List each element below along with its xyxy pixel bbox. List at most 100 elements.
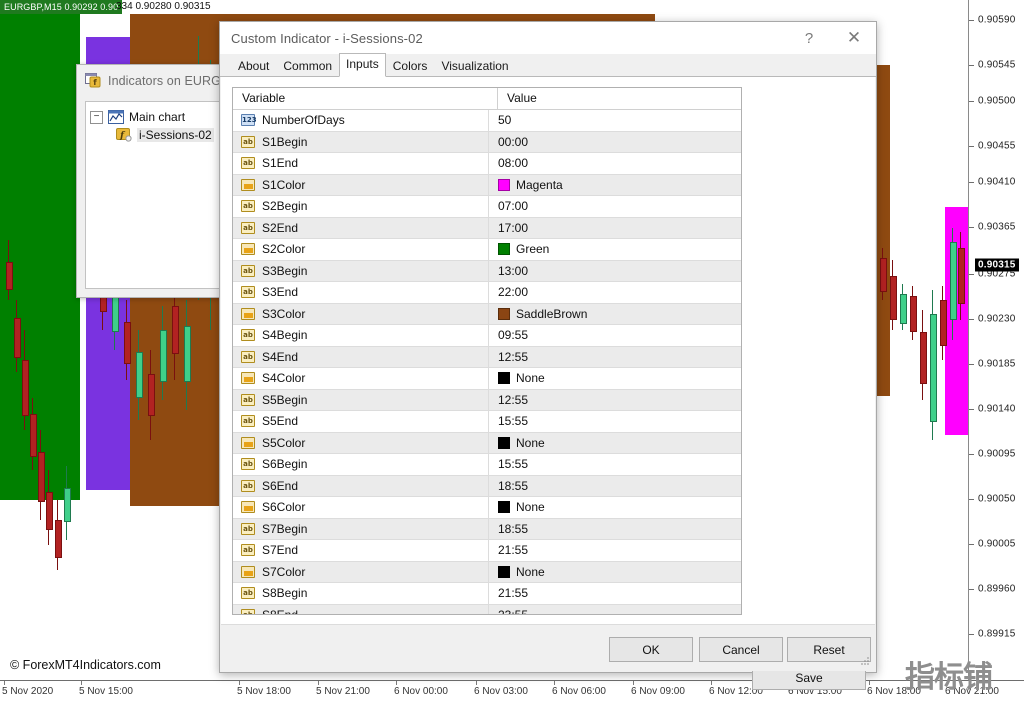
variable-cell[interactable]: 123NumberOfDays xyxy=(233,113,488,127)
variable-cell[interactable]: abS5Begin xyxy=(233,393,488,407)
value-cell[interactable]: 22:00 xyxy=(488,282,741,303)
time-axis[interactable]: 5 Nov 20205 Nov 15:005 Nov 18:005 Nov 21… xyxy=(0,680,1024,704)
help-icon[interactable]: ? xyxy=(786,23,832,54)
dialog-tabs[interactable]: AboutCommonInputsColorsVisualization xyxy=(220,54,876,77)
value-cell[interactable]: 18:55 xyxy=(488,519,741,540)
grid-row[interactable]: S2ColorGreen xyxy=(233,239,741,261)
variable-cell[interactable]: abS6Begin xyxy=(233,457,488,471)
grid-row[interactable]: abS8Begin21:55 xyxy=(233,583,741,605)
value-cell[interactable]: Green xyxy=(488,239,741,260)
value-cell[interactable]: 00:00 xyxy=(488,132,741,153)
value-text: 23:55 xyxy=(498,608,528,615)
value-cell[interactable]: None xyxy=(488,562,741,583)
grid-row[interactable]: 123NumberOfDays50 xyxy=(233,110,741,132)
grid-row[interactable]: abS2Begin07:00 xyxy=(233,196,741,218)
price-axis[interactable]: 0.905900.905450.905000.904550.904100.903… xyxy=(968,0,1024,680)
value-cell[interactable]: 15:55 xyxy=(488,454,741,475)
grid-row[interactable]: S3Color SaddleBrown xyxy=(233,304,741,326)
value-cell[interactable]: 12:55 xyxy=(488,390,741,411)
column-header-variable[interactable]: Variable xyxy=(233,88,497,109)
column-header-value[interactable]: Value xyxy=(497,88,741,109)
value-cell[interactable]: 23:55 xyxy=(488,605,741,616)
grid-row[interactable]: abS5End15:55 xyxy=(233,411,741,433)
value-cell[interactable]: 12:55 xyxy=(488,347,741,368)
value-cell[interactable]: 18:55 xyxy=(488,476,741,497)
value-cell[interactable]: Magenta xyxy=(488,175,741,196)
tab-common[interactable]: Common xyxy=(276,56,339,77)
close-icon[interactable]: ✕ xyxy=(832,23,876,54)
color-swatch xyxy=(498,179,510,191)
variable-cell[interactable]: S4Color xyxy=(233,371,488,385)
collapse-toggle-icon[interactable]: − xyxy=(90,111,103,124)
resize-grip[interactable] xyxy=(861,657,871,667)
grid-row[interactable]: S6ColorNone xyxy=(233,497,741,519)
variable-cell[interactable]: S6Color xyxy=(233,500,488,514)
variable-cell[interactable]: abS2Begin xyxy=(233,199,488,213)
grid-rows[interactable]: 123NumberOfDays50abS1Begin00:00abS1End08… xyxy=(233,110,741,615)
grid-row[interactable]: abS1End08:00 xyxy=(233,153,741,175)
grid-row[interactable]: abS4End12:55 xyxy=(233,347,741,369)
grid-row[interactable]: abS4Begin09:55 xyxy=(233,325,741,347)
grid-row[interactable]: abS2End17:00 xyxy=(233,218,741,240)
grid-row[interactable]: abS7End21:55 xyxy=(233,540,741,562)
grid-row[interactable]: abS3End22:00 xyxy=(233,282,741,304)
value-cell[interactable]: 13:00 xyxy=(488,261,741,282)
variable-cell[interactable]: S1Color xyxy=(233,178,488,192)
inputs-grid[interactable]: Variable Value 123NumberOfDays50abS1Begi… xyxy=(232,87,742,615)
grid-row[interactable]: abS6End18:55 xyxy=(233,476,741,498)
variable-cell[interactable]: S7Color xyxy=(233,565,488,579)
variable-cell[interactable]: abS1Begin xyxy=(233,135,488,149)
variable-cell[interactable]: abS2End xyxy=(233,221,488,235)
value-cell[interactable]: 15:55 xyxy=(488,411,741,432)
reset-button[interactable]: Reset xyxy=(787,637,871,662)
variable-cell[interactable]: abS7End xyxy=(233,543,488,557)
custom-indicator-dialog[interactable]: Custom Indicator - i-Sessions-02 ? ✕ Abo… xyxy=(219,21,877,673)
grid-row[interactable]: abS6Begin15:55 xyxy=(233,454,741,476)
variable-cell[interactable]: abS8End xyxy=(233,608,488,615)
value-cell[interactable]: None xyxy=(488,368,741,389)
tab-inputs[interactable]: Inputs xyxy=(339,53,386,77)
dialog-titlebar[interactable]: Custom Indicator - i-Sessions-02 ? ✕ xyxy=(220,22,876,54)
tab-colors[interactable]: Colors xyxy=(386,56,435,77)
variable-cell[interactable]: abS7Begin xyxy=(233,522,488,536)
grid-row[interactable]: S4ColorNone xyxy=(233,368,741,390)
grid-row[interactable]: abS1Begin00:00 xyxy=(233,132,741,154)
variable-cell[interactable]: S3Color xyxy=(233,307,488,321)
value-cell[interactable]: SaddleBrown xyxy=(488,304,741,325)
tab-visualization[interactable]: Visualization xyxy=(434,56,515,77)
value-cell[interactable]: 09:55 xyxy=(488,325,741,346)
variable-cell[interactable]: S5Color xyxy=(233,436,488,450)
grid-row[interactable]: abS5Begin12:55 xyxy=(233,390,741,412)
ok-button[interactable]: OK xyxy=(609,637,693,662)
variable-cell[interactable]: abS1End xyxy=(233,156,488,170)
grid-row[interactable]: S1ColorMagenta xyxy=(233,175,741,197)
dialog-footer: OK Cancel Reset xyxy=(221,624,875,671)
variable-cell[interactable]: abS4End xyxy=(233,350,488,364)
value-cell[interactable]: 08:00 xyxy=(488,153,741,174)
variable-cell[interactable]: abS3Begin xyxy=(233,264,488,278)
variable-cell[interactable]: abS8Begin xyxy=(233,586,488,600)
variable-cell[interactable]: S2Color xyxy=(233,242,488,256)
price-tick xyxy=(969,589,974,590)
value-cell[interactable]: None xyxy=(488,497,741,518)
grid-row[interactable]: abS3Begin13:00 xyxy=(233,261,741,283)
variable-cell[interactable]: abS6End xyxy=(233,479,488,493)
grid-row[interactable]: S7ColorNone xyxy=(233,562,741,584)
grid-row[interactable]: abS7Begin18:55 xyxy=(233,519,741,541)
variable-name: S3Color xyxy=(262,307,305,321)
cancel-button[interactable]: Cancel xyxy=(699,637,783,662)
value-cell[interactable]: 17:00 xyxy=(488,218,741,239)
value-cell[interactable]: None xyxy=(488,433,741,454)
variable-cell[interactable]: abS4Begin xyxy=(233,328,488,342)
value-cell[interactable]: 21:55 xyxy=(488,540,741,561)
green-band xyxy=(0,14,80,500)
value-cell[interactable]: 50 xyxy=(488,110,741,131)
grid-row[interactable]: abS8End 23:55 xyxy=(233,605,741,616)
tab-about[interactable]: About xyxy=(231,56,276,77)
variable-cell[interactable]: abS3End xyxy=(233,285,488,299)
variable-cell[interactable]: abS5End xyxy=(233,414,488,428)
grid-row[interactable]: S5ColorNone xyxy=(233,433,741,455)
value-cell[interactable]: 07:00 xyxy=(488,196,741,217)
value-cell[interactable]: 21:55 xyxy=(488,583,741,604)
candle-body xyxy=(880,258,887,292)
